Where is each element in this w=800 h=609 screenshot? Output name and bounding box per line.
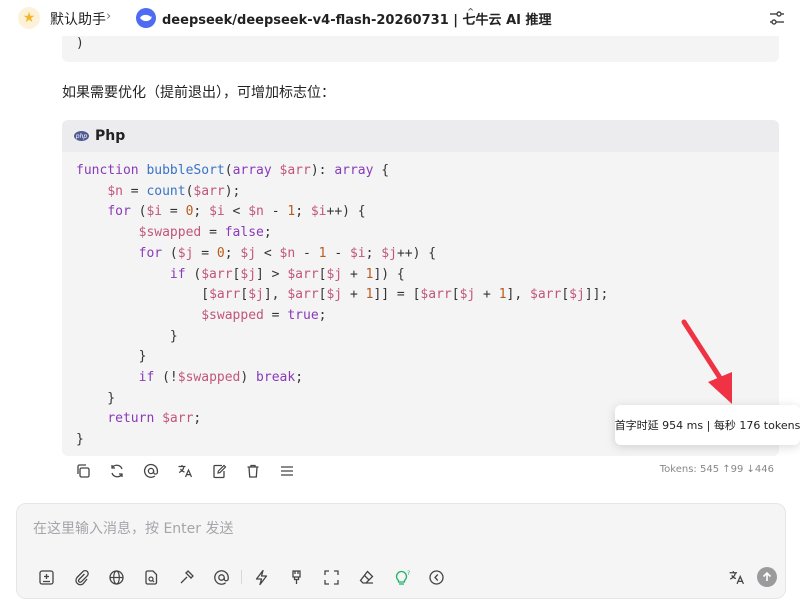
- chevron-right-icon: ›: [106, 9, 112, 24]
- mcp-tools-button[interactable]: [169, 566, 204, 588]
- previous-code-block: ): [62, 36, 779, 62]
- input-toolbar: ?: [29, 566, 454, 588]
- paperclip-icon: [75, 569, 89, 585]
- at-icon: [143, 463, 159, 478]
- eraser-icon: [359, 570, 374, 584]
- more-menu-button[interactable]: [270, 461, 304, 481]
- code-block-header: php Php: [62, 120, 779, 152]
- thinking-button[interactable]: ?: [384, 566, 419, 588]
- send-button[interactable]: [757, 567, 777, 587]
- web-search-button[interactable]: [99, 566, 134, 588]
- chevron-left-circle-icon: [429, 569, 444, 585]
- copy-button[interactable]: [66, 461, 100, 481]
- new-topic-button[interactable]: [29, 566, 64, 588]
- knowledge-base-button[interactable]: [134, 566, 169, 588]
- star-avatar-icon[interactable]: ★: [18, 7, 40, 29]
- lightning-icon: [255, 569, 268, 585]
- code-line: for ($j = 0; $j < $n - 1 - $i; $j++) {: [138, 245, 437, 261]
- regenerate-button[interactable]: [100, 461, 134, 481]
- deepseek-logo-icon: [136, 8, 156, 28]
- message-actions: [66, 461, 304, 481]
- message-input[interactable]: 在这里输入消息，按 Enter 发送: [33, 518, 233, 538]
- delete-button[interactable]: [236, 461, 270, 481]
- refresh-icon: [111, 464, 123, 478]
- attach-button[interactable]: [64, 566, 99, 588]
- php-icon: php: [74, 131, 89, 141]
- assistant-name[interactable]: 默认助手: [50, 9, 106, 29]
- lightbulb-question-icon: ?: [395, 570, 410, 585]
- copy-icon: [77, 464, 90, 478]
- red-arrow-annotation: [681, 319, 732, 404]
- mention-button[interactable]: [134, 461, 168, 481]
- quick-phrases-button[interactable]: [244, 566, 279, 588]
- svg-text:?: ?: [407, 570, 410, 577]
- message-paragraph: 如果需要优化（提前退出），可增加标志位：: [62, 85, 335, 101]
- tooltip-text: 首字时延 954 ms | 每秒 176 tokens: [614, 419, 800, 432]
- code-line: $n = count($arr);: [107, 183, 241, 199]
- code-line: function bubbleSort(array $arr): array {: [76, 163, 390, 178]
- arrow-up-icon: [762, 571, 772, 581]
- file-search-icon: [145, 569, 158, 585]
- menu-icon: [281, 466, 293, 476]
- clear-context-button[interactable]: [279, 566, 314, 588]
- brush-icon: [292, 569, 301, 584]
- input-translate-button[interactable]: [725, 566, 747, 588]
- code-line: $swapped = false;: [138, 225, 272, 241]
- edit-note-icon: [213, 464, 227, 479]
- code-line: ): [76, 36, 84, 51]
- code-line: if (!$swapped) break;: [138, 370, 304, 386]
- hammer-icon: [180, 569, 194, 583]
- edit-button[interactable]: [202, 461, 236, 481]
- globe-icon: [109, 569, 124, 585]
- code-line: $swapped = true;: [201, 307, 327, 323]
- code-language: Php: [95, 128, 126, 144]
- mention-model-button[interactable]: [204, 566, 239, 588]
- chat-header: ★ 默认助手 › deepseek/deepseek-v4-flash-2026…: [0, 0, 800, 36]
- clear-messages-button[interactable]: [349, 566, 384, 588]
- speed-tooltip: 首字时延 954 ms | 每秒 176 tokens: [615, 405, 800, 445]
- code-line: }: [76, 349, 147, 365]
- message-input-box[interactable]: 在这里输入消息，按 Enter 发送 ?: [16, 503, 786, 599]
- collapse-toolbar-button[interactable]: [419, 566, 454, 588]
- code-line: }: [76, 328, 178, 344]
- trash-icon: [247, 464, 259, 478]
- code-line: [$arr[$j], $arr[$j + 1]] = [$arr[$j + 1]…: [76, 287, 609, 303]
- translate-button[interactable]: [168, 461, 202, 481]
- settings-sliders-icon[interactable]: [768, 9, 786, 27]
- fullscreen-button[interactable]: [314, 566, 349, 588]
- at-icon: [214, 569, 229, 585]
- code-line: if ($arr[$j] > $arr[$j + 1]) {: [169, 266, 405, 282]
- token-usage: Tokens: 545 ↑99 ↓446: [659, 464, 774, 475]
- code-line: for ($i = 0; $i < $n - 1; $i++) {: [107, 204, 366, 220]
- toolbar-divider: [241, 570, 242, 584]
- new-topic-icon: [39, 569, 54, 585]
- model-selector[interactable]: deepseek/deepseek-v4-flash-20260731 | 七牛…: [162, 9, 552, 28]
- translate-icon: [178, 465, 193, 478]
- chevron-updown-icon[interactable]: ⌃ ⌄: [466, 7, 475, 27]
- expand-icon: [324, 569, 339, 585]
- translate-icon: [729, 570, 744, 584]
